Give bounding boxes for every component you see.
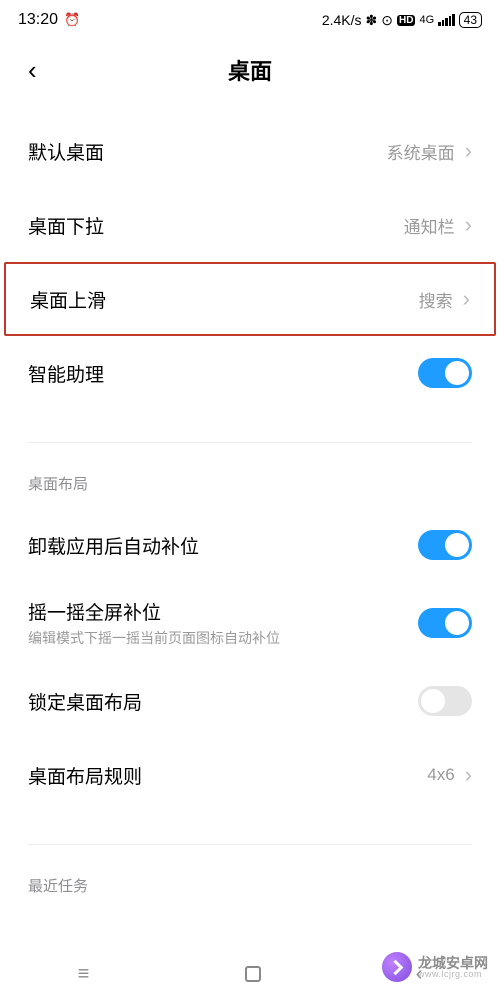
section-header-recent: 最近任务 xyxy=(0,845,500,910)
nav-menu-icon[interactable]: ≡ xyxy=(78,963,90,986)
row-smart-assistant: 智能助理 xyxy=(0,336,500,410)
row-label: 桌面布局规则 xyxy=(28,762,427,789)
row-default-launcher[interactable]: 默认桌面 系统桌面 › xyxy=(0,114,500,188)
row-sublabel: 编辑模式下摇一摇当前页面图标自动补位 xyxy=(28,629,418,647)
toggle-shake-fill[interactable] xyxy=(418,608,472,638)
toggle-smart-assistant[interactable] xyxy=(418,358,472,388)
row-value: 4x6 xyxy=(427,765,454,785)
page-title: 桌面 xyxy=(18,54,482,86)
hd-icon: HD xyxy=(397,15,415,26)
toggle-auto-fill[interactable] xyxy=(418,530,472,560)
chevron-right-icon: › xyxy=(465,212,472,238)
nav-home-icon[interactable] xyxy=(245,966,261,982)
watermark-url: www.lcjrg.com xyxy=(418,970,488,979)
net-speed: 2.4K/s xyxy=(322,12,362,28)
row-label: 默认桌面 xyxy=(28,138,387,165)
status-bar: 13:20 ⏰ 2.4K/s ✽ ⊙ HD 4G 43 xyxy=(0,0,500,40)
row-lock-layout: 锁定桌面布局 xyxy=(0,664,500,738)
section-header-layout: 桌面布局 xyxy=(0,443,500,508)
status-right: 2.4K/s ✽ ⊙ HD 4G 43 xyxy=(322,12,482,29)
row-label: 卸载应用后自动补位 xyxy=(28,532,418,559)
row-auto-fill: 卸载应用后自动补位 xyxy=(0,508,500,582)
row-label: 桌面上滑 xyxy=(30,286,419,313)
row-value: 搜索 xyxy=(419,287,453,312)
row-swipe-up[interactable]: 桌面上滑 搜索 › xyxy=(4,262,496,336)
chevron-right-icon: › xyxy=(465,762,472,788)
alarm-icon: ⏰ xyxy=(64,12,80,28)
watermark: 龙城安卓网 www.lcjrg.com xyxy=(382,952,488,982)
row-label: 桌面下拉 xyxy=(28,212,404,239)
toggle-lock-layout[interactable] xyxy=(418,686,472,716)
bluetooth-icon: ✽ xyxy=(366,12,378,29)
watermark-text: 龙城安卓网 xyxy=(418,956,488,970)
page-header: ‹ 桌面 xyxy=(0,40,500,100)
row-label: 智能助理 xyxy=(28,360,418,387)
row-pull-down[interactable]: 桌面下拉 通知栏 › xyxy=(0,188,500,262)
status-time: 13:20 xyxy=(18,11,58,29)
signal-icon xyxy=(438,14,455,26)
row-label: 摇一摇全屏补位 xyxy=(28,598,418,625)
row-grid-rule[interactable]: 桌面布局规则 4x6 › xyxy=(0,738,500,812)
row-label: 锁定桌面布局 xyxy=(28,688,418,715)
settings-content: 默认桌面 系统桌面 › 桌面下拉 通知栏 › 桌面上滑 搜索 › 智能助理 桌面… xyxy=(0,100,500,910)
battery-indicator: 43 xyxy=(459,12,482,28)
back-button[interactable]: ‹ xyxy=(28,55,37,86)
net-type: 4G xyxy=(419,14,434,26)
clock-icon: ⊙ xyxy=(381,12,393,29)
watermark-logo-icon xyxy=(382,952,412,982)
row-shake-fill: 摇一摇全屏补位 编辑模式下摇一摇当前页面图标自动补位 xyxy=(0,582,500,664)
row-value: 系统桌面 xyxy=(387,139,455,164)
row-value: 通知栏 xyxy=(404,213,455,238)
chevron-right-icon: › xyxy=(463,286,470,312)
status-left: 13:20 ⏰ xyxy=(18,11,80,29)
chevron-right-icon: › xyxy=(465,138,472,164)
